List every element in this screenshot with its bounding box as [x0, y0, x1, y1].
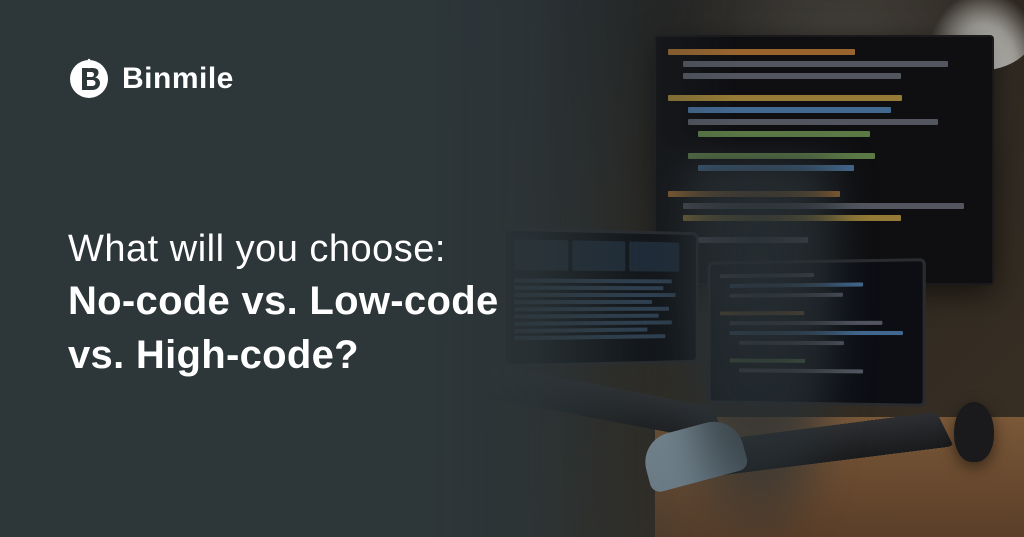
headline-intro-text: What will you choose: [68, 225, 956, 274]
binmile-logo-icon [68, 58, 110, 100]
headline-line-2: vs. High-code? [68, 328, 956, 382]
promotional-banner: Binmile What will you choose: No-code vs… [0, 0, 1024, 537]
headline-line-1: No-code vs. Low-code [68, 274, 956, 328]
banner-headline: What will you choose: No-code vs. Low-co… [68, 225, 956, 382]
brand-name: Binmile [122, 62, 234, 96]
brand-logo: Binmile [68, 58, 956, 100]
text-content-area: Binmile What will you choose: No-code vs… [0, 0, 1024, 537]
